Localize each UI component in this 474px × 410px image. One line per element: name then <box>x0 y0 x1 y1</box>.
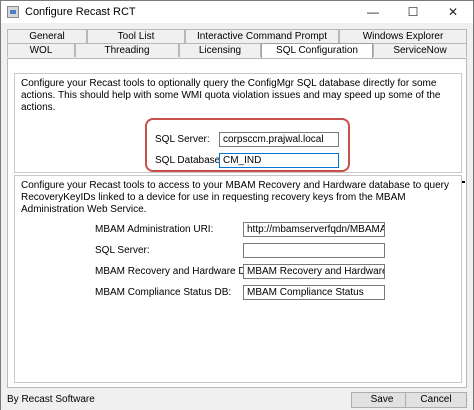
close-button[interactable]: ✕ <box>433 1 473 23</box>
mbam-admin-uri-label: MBAM Administration URI: <box>95 224 214 235</box>
sql-database-input[interactable]: CM_IND <box>219 153 339 168</box>
maximize-button[interactable]: ☐ <box>393 1 433 23</box>
sql-server-label: SQL Server: <box>155 134 210 145</box>
save-button[interactable]: Save <box>351 392 413 408</box>
tab-windows-explorer[interactable]: Windows Explorer <box>339 29 467 43</box>
title-bar[interactable]: Configure Recast RCT — ☐ ✕ <box>1 1 473 23</box>
tab-servicenow[interactable]: ServiceNow <box>373 43 467 57</box>
tab-general[interactable]: General <box>7 29 87 43</box>
mbam-sql-server-input[interactable] <box>243 243 385 258</box>
mbam-compliance-db-input[interactable]: MBAM Compliance Status <box>243 285 385 300</box>
mbam-description: Configure your Recast tools to access to… <box>21 180 449 215</box>
sql-server-input[interactable]: corpsccm.prajwal.local <box>219 132 339 147</box>
tab-sql-configuration[interactable]: SQL Configuration <box>261 43 373 58</box>
sql-database-label: SQL Database: <box>155 155 224 166</box>
window-title: Configure Recast RCT <box>25 6 136 18</box>
minimize-button[interactable]: — <box>353 1 393 23</box>
footer-credit: By Recast Software <box>7 394 95 405</box>
configure-window: Configure Recast RCT — ☐ ✕ General Tool … <box>0 0 474 410</box>
mbam-recovery-db-label: MBAM Recovery and Hardware DB: <box>95 266 256 277</box>
tab-threading[interactable]: Threading <box>75 43 179 57</box>
tab-wol[interactable]: WOL <box>7 43 75 57</box>
mbam-compliance-db-label: MBAM Compliance Status DB: <box>95 287 232 298</box>
mbam-recovery-db-input[interactable]: MBAM Recovery and Hardware <box>243 264 385 279</box>
tab-licensing[interactable]: Licensing <box>179 43 261 57</box>
tab-interactive-command-prompt[interactable]: Interactive Command Prompt <box>185 29 339 43</box>
mbam-admin-uri-input[interactable]: http://mbamserverfqdn/MBAMAdn <box>243 222 385 237</box>
tab-tool-list[interactable]: Tool List <box>87 29 185 43</box>
footer: By Recast Software Save Cancel <box>1 390 473 410</box>
configmgr-sql-section: Configure your Recast tools to optionall… <box>14 73 465 183</box>
app-icon <box>7 6 19 18</box>
mbam-section: Configure your Recast tools to access to… <box>14 175 462 383</box>
tab-panel-sql-configuration: Configure your Recast tools to optionall… <box>7 58 467 388</box>
cancel-button[interactable]: Cancel <box>405 392 467 408</box>
mbam-sql-server-label: SQL Server: <box>95 245 150 256</box>
configmgr-description: Configure your Recast tools to optionall… <box>21 78 441 113</box>
